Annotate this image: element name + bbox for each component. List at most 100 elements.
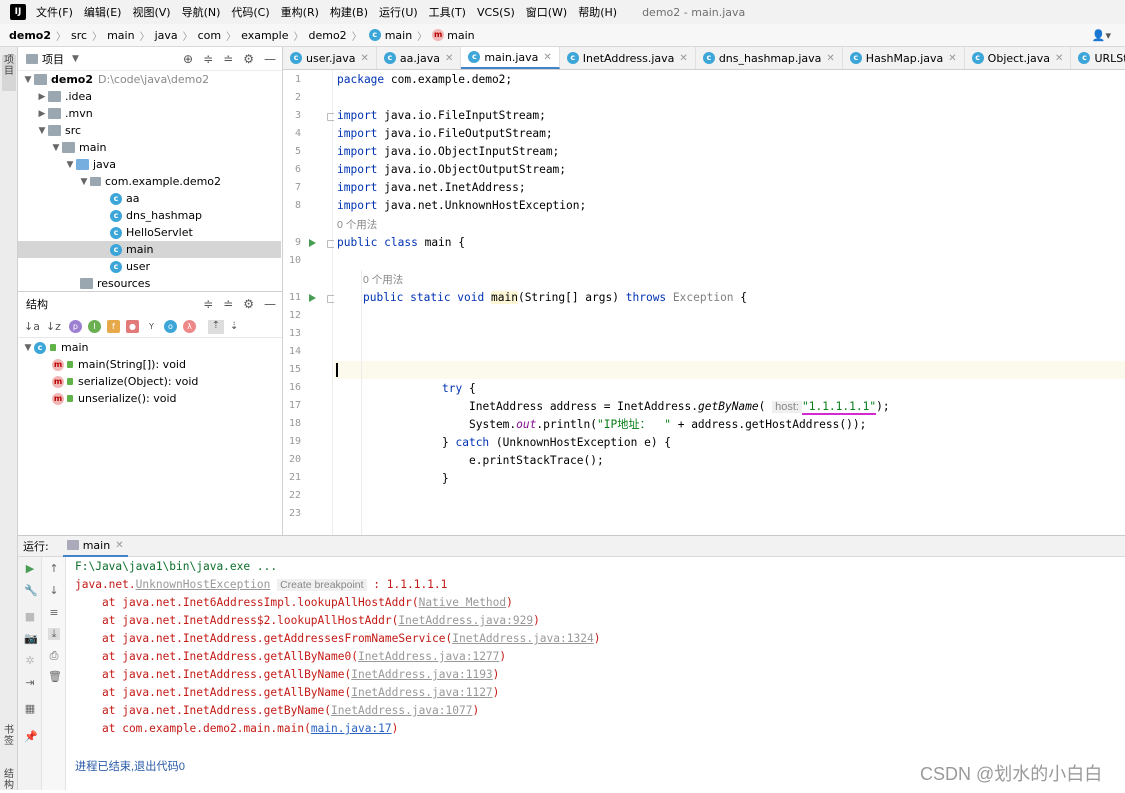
- breadcrumb-com[interactable]: com: [198, 29, 222, 42]
- tree-item-java[interactable]: ▼ java: [18, 156, 281, 173]
- breadcrumb-main[interactable]: main: [107, 29, 134, 42]
- project-tool-tab[interactable]: 项目: [2, 55, 16, 91]
- scroll-to-end-icon[interactable]: ⤓: [48, 628, 60, 640]
- stack-link[interactable]: InetAddress.java:929: [398, 614, 533, 627]
- chevron-down-icon[interactable]: ▼: [64, 160, 76, 170]
- gear-icon[interactable]: ⚙: [243, 52, 254, 66]
- console-output[interactable]: F:\Java\java1\bin\java.exe ... java.net.…: [67, 557, 1125, 790]
- tree-item-aa[interactable]: c aa: [18, 190, 281, 207]
- autoscroll-from-source-icon[interactable]: ⇣: [230, 321, 238, 332]
- breadcrumb-method[interactable]: main: [447, 29, 474, 42]
- show-fields-icon[interactable]: f: [106, 320, 120, 333]
- scroll-up-icon[interactable]: ↑: [48, 563, 60, 575]
- minimize-icon[interactable]: —: [264, 297, 276, 311]
- menu-file[interactable]: 文件(F): [36, 4, 73, 20]
- structure-member[interactable]: m serialize(Object): void: [18, 373, 281, 390]
- project-panel-title[interactable]: 项目: [42, 51, 64, 67]
- run-method-icon[interactable]: [309, 294, 316, 302]
- tree-item-main-folder[interactable]: ▼ main: [18, 139, 281, 156]
- tab-main-java[interactable]: c main.java ✕: [461, 47, 560, 69]
- usage-hint[interactable]: 0 个用法: [363, 271, 403, 289]
- tree-item-demo2[interactable]: ▼ demo2 D:\code\java\demo2: [18, 71, 281, 88]
- print-icon[interactable]: ⎙: [48, 650, 60, 662]
- tab-aa-java[interactable]: c aa.java ✕: [377, 47, 462, 69]
- stack-link[interactable]: InetAddress.java:1077: [331, 704, 472, 717]
- tree-item-src[interactable]: ▼ src: [18, 122, 281, 139]
- pin-icon[interactable]: 📌: [24, 731, 38, 743]
- breadcrumb-example[interactable]: example: [241, 29, 288, 42]
- breadcrumb-class[interactable]: main: [385, 29, 412, 42]
- tree-item-main-class[interactable]: c main: [18, 241, 281, 258]
- close-icon[interactable]: ✕: [826, 53, 834, 64]
- show-inherited-icon[interactable]: I: [87, 320, 101, 333]
- code-editor[interactable]: package com.example.demo2; import java.i…: [334, 70, 1125, 535]
- tree-item-mvn[interactable]: ▶ .mvn: [18, 105, 281, 122]
- tab-inetaddress-java[interactable]: c InetAddress.java ✕: [560, 47, 696, 69]
- chevron-down-icon[interactable]: ▼: [78, 177, 90, 187]
- tab-urlstreamhandler-java[interactable]: cURLStreamHandler.java: [1071, 47, 1125, 69]
- chevron-down-icon[interactable]: ▼: [22, 75, 34, 85]
- show-lambdas-icon[interactable]: Y: [145, 320, 158, 333]
- run-tab[interactable]: main ✕: [62, 536, 128, 557]
- stack-link[interactable]: InetAddress.java:1277: [358, 650, 499, 663]
- breadcrumb-src[interactable]: src: [71, 29, 87, 42]
- show-lambda-icon[interactable]: λ: [182, 320, 196, 333]
- breadcrumb-java[interactable]: java: [155, 29, 178, 42]
- show-properties-icon[interactable]: p: [68, 320, 82, 333]
- show-anonymous-icon[interactable]: o: [163, 320, 177, 333]
- chevron-right-icon[interactable]: ▶: [36, 109, 48, 119]
- run-class-icon[interactable]: [309, 239, 316, 247]
- menu-edit[interactable]: 编辑(E): [84, 4, 122, 20]
- close-icon[interactable]: ✕: [115, 540, 123, 551]
- close-icon[interactable]: ✕: [543, 52, 551, 63]
- tree-item-dns-hashmap[interactable]: c dns_hashmap: [18, 207, 281, 224]
- tree-item-helloservlet[interactable]: c HelloServlet: [18, 224, 281, 241]
- layout-icon[interactable]: ▦: [24, 703, 36, 715]
- stack-link[interactable]: main.java:17: [311, 722, 392, 735]
- menu-build[interactable]: 构建(B): [330, 4, 368, 20]
- menu-window[interactable]: 窗口(W): [526, 4, 567, 20]
- tree-item-resources[interactable]: resources: [18, 275, 281, 292]
- trash-icon[interactable]: 🗑: [48, 671, 62, 683]
- breadcrumb-demo2[interactable]: demo2: [308, 29, 346, 42]
- close-icon[interactable]: ✕: [1055, 53, 1063, 64]
- stack-link[interactable]: InetAddress.java:1127: [351, 686, 492, 699]
- breadcrumb-project[interactable]: demo2: [9, 29, 51, 42]
- wrench-icon[interactable]: 🔧: [24, 585, 38, 597]
- tab-user-java[interactable]: c user.java ✕: [283, 47, 377, 69]
- tab-dns-hashmap-java[interactable]: c dns_hashmap.java ✕: [696, 47, 843, 69]
- expand-all-icon[interactable]: ≑: [203, 52, 213, 66]
- menu-tools[interactable]: 工具(T): [429, 4, 466, 20]
- stack-link[interactable]: InetAddress.java:1324: [452, 632, 593, 645]
- stop-icon[interactable]: ■: [24, 611, 36, 623]
- structure-member[interactable]: m unserialize(): void: [18, 390, 281, 407]
- close-icon[interactable]: ✕: [445, 53, 453, 64]
- scroll-down-icon[interactable]: ↓: [48, 585, 60, 597]
- bookmarks-tool-tab[interactable]: 书签: [2, 725, 16, 761]
- close-icon[interactable]: ✕: [361, 53, 369, 64]
- usage-hint[interactable]: 0 个用法: [337, 216, 377, 234]
- tree-item-user[interactable]: c user: [18, 258, 281, 275]
- menu-navigate[interactable]: 导航(N): [182, 4, 221, 20]
- autoscroll-to-source-icon[interactable]: ⇡: [207, 319, 224, 334]
- tree-item-package[interactable]: ▼ com.example.demo2: [18, 173, 281, 190]
- camera-icon[interactable]: 📷: [24, 633, 38, 645]
- tree-item-idea[interactable]: ▶ .idea: [18, 88, 281, 105]
- tab-object-java[interactable]: c Object.java ✕: [965, 47, 1072, 69]
- stack-link[interactable]: Native Method: [419, 596, 507, 609]
- user-icon[interactable]: 👤▾: [1092, 29, 1111, 42]
- exception-class-link[interactable]: UnknownHostException: [136, 578, 271, 591]
- sort-visibility-icon[interactable]: ↓a: [24, 320, 40, 333]
- bug-icon[interactable]: ✲: [24, 655, 36, 667]
- menu-run[interactable]: 运行(U): [379, 4, 418, 20]
- dropdown-icon[interactable]: ▼: [72, 54, 79, 64]
- chevron-right-icon[interactable]: ▶: [36, 92, 48, 102]
- close-icon[interactable]: ✕: [679, 53, 687, 64]
- show-nonpublic-icon[interactable]: ●: [125, 320, 139, 333]
- stack-link[interactable]: InetAddress.java:1193: [351, 668, 492, 681]
- collapse-all-icon[interactable]: ≐: [223, 52, 233, 66]
- structure-tool-tab[interactable]: 结构: [2, 769, 16, 793]
- menu-refactor[interactable]: 重构(R): [281, 4, 319, 20]
- menu-view[interactable]: 视图(V): [132, 4, 170, 20]
- chevron-down-icon[interactable]: ▼: [22, 343, 34, 353]
